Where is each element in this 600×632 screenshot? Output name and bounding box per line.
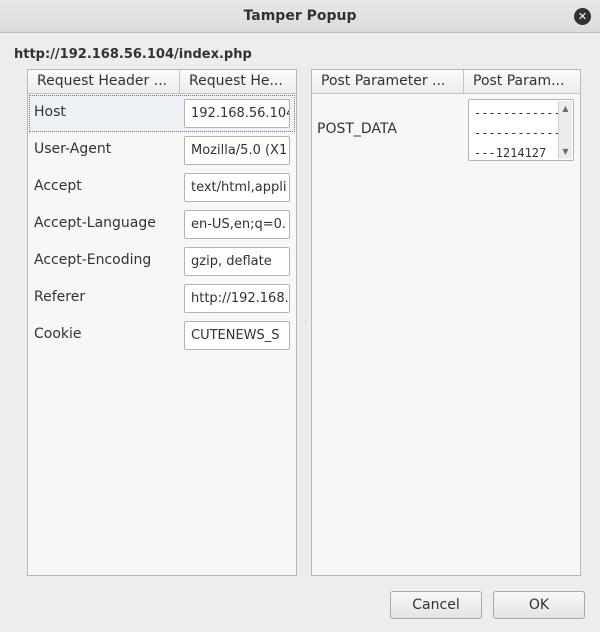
header-name: Cookie bbox=[34, 326, 82, 342]
table-row[interactable]: Host 192.168.56.104 bbox=[29, 95, 295, 132]
header-value-field[interactable]: 192.168.56.104 bbox=[184, 99, 290, 128]
table-row[interactable]: Accept-Encoding gzip, deflate bbox=[29, 243, 295, 280]
table-row[interactable]: Accept text/html,appli bbox=[29, 169, 295, 206]
request-url: http://192.168.56.104/index.php bbox=[14, 47, 252, 62]
post-param-name: POST_DATA bbox=[317, 121, 397, 137]
header-name: Host bbox=[34, 104, 66, 120]
close-icon[interactable]: ✕ bbox=[574, 8, 591, 25]
scroll-up-arrow-icon[interactable]: ▲ bbox=[561, 104, 570, 113]
header-name: Referer bbox=[34, 289, 86, 305]
header-name: Accept bbox=[34, 178, 82, 194]
header-name: User-Agent bbox=[34, 141, 112, 157]
post-data-scrollbar[interactable]: ▲ ▼ bbox=[558, 101, 572, 159]
header-name: Accept-Language bbox=[34, 215, 156, 231]
header-value-field[interactable]: http://192.168. bbox=[184, 284, 290, 313]
header-name: Accept-Encoding bbox=[34, 252, 152, 268]
title-bar: Tamper Popup ✕ bbox=[0, 0, 600, 33]
column-header-header-name[interactable]: Request Header ... bbox=[28, 70, 179, 94]
column-header-header-value[interactable]: Request He... bbox=[179, 70, 296, 94]
request-headers-table: Request Header ... Request He... Host 19… bbox=[27, 69, 297, 576]
window-title: Tamper Popup bbox=[243, 8, 357, 24]
cancel-button[interactable]: Cancel bbox=[390, 591, 482, 619]
table-row[interactable]: Cookie CUTENEWS_S bbox=[29, 317, 295, 354]
column-header-post-value[interactable]: Post Param... bbox=[463, 70, 580, 94]
header-value-field[interactable]: Mozilla/5.0 (X1 bbox=[184, 136, 290, 165]
header-value-field[interactable]: en-US,en;q=0. bbox=[184, 210, 290, 239]
header-value-field[interactable]: text/html,appli bbox=[184, 173, 290, 202]
table-row[interactable]: User-Agent Mozilla/5.0 (X1 bbox=[29, 132, 295, 169]
table-row[interactable]: Referer http://192.168. bbox=[29, 280, 295, 317]
post-data-textarea[interactable]: ------------- ------------- ---1214127 ▲… bbox=[468, 99, 574, 161]
pane-splitter-handle[interactable]: ⋮ bbox=[302, 317, 310, 328]
header-value-field[interactable]: gzip, deflate bbox=[184, 247, 290, 276]
header-value-field[interactable]: CUTENEWS_S bbox=[184, 321, 290, 350]
scroll-down-arrow-icon[interactable]: ▼ bbox=[561, 147, 570, 156]
column-header-post-name[interactable]: Post Parameter ... bbox=[312, 70, 463, 94]
post-data-value: ------------- ------------- ---1214127 bbox=[474, 106, 560, 160]
table-row[interactable]: Accept-Language en-US,en;q=0. bbox=[29, 206, 295, 243]
ok-button[interactable]: OK bbox=[493, 591, 585, 619]
post-parameters-table: Post Parameter ... Post Param... POST_DA… bbox=[311, 69, 581, 576]
